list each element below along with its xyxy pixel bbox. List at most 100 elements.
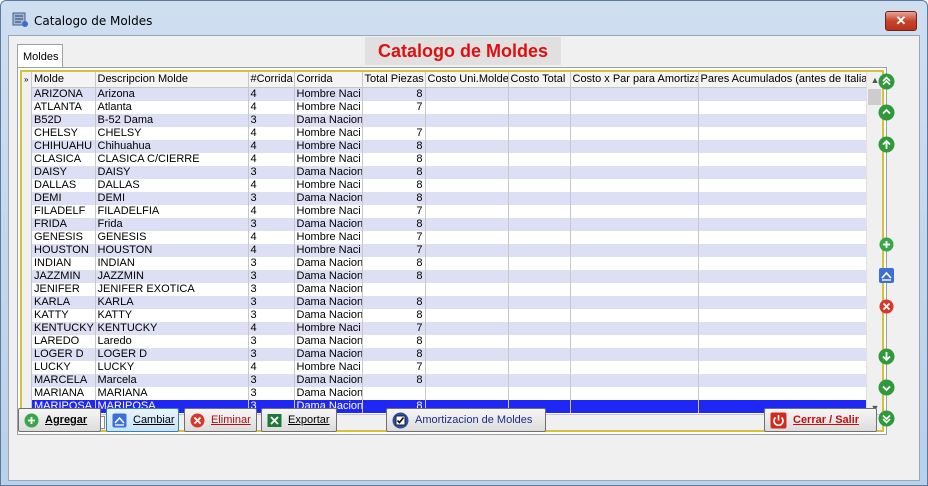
table-cell[interactable]: Dama Nacion (294, 373, 363, 387)
table-cell[interactable]: Dama Nacion (294, 347, 363, 361)
table-cell[interactable]: 3 (248, 113, 295, 127)
table-cell[interactable]: GENESIS (32, 230, 96, 244)
table-row[interactable]: KENTUCKY KENTUCKY 4 Hombre Naci 7 (32, 321, 869, 335)
table-cell[interactable]: 8 (362, 347, 426, 361)
table-cell[interactable]: Dama Nacion (294, 165, 363, 179)
table-cell[interactable]: 3 (248, 217, 295, 231)
table-cell[interactable] (570, 399, 699, 413)
table-cell[interactable]: Dama Nacion (294, 113, 363, 127)
side-add-button[interactable] (878, 236, 895, 253)
table-cell[interactable]: Hombre Naci (294, 360, 363, 374)
side-edit-button[interactable] (878, 267, 895, 284)
move-last-button[interactable] (878, 410, 895, 427)
table-cell[interactable]: INDIAN (95, 256, 249, 270)
table-row[interactable]: B52D B-52 Dama 3 Dama Nacion (32, 113, 869, 127)
table-cell[interactable]: Dama Nacion (294, 256, 363, 270)
table-cell[interactable] (698, 295, 869, 309)
table-cell[interactable]: 4 (248, 360, 295, 374)
table-cell[interactable]: MARIANA (32, 386, 96, 400)
table-cell[interactable] (570, 360, 699, 374)
table-cell[interactable] (508, 334, 571, 348)
table-cell[interactable] (508, 100, 571, 114)
table-cell[interactable]: Hombre Naci (294, 100, 363, 114)
table-cell[interactable] (698, 100, 869, 114)
table-cell[interactable]: Hombre Naci (294, 152, 363, 166)
table-cell[interactable]: Hombre Naci (294, 126, 363, 140)
table-cell[interactable]: KENTUCKY (32, 321, 96, 335)
table-cell[interactable] (425, 113, 509, 127)
table-cell[interactable] (570, 204, 699, 218)
table-cell[interactable] (425, 256, 509, 270)
move-next-page-button[interactable] (878, 379, 895, 396)
table-cell[interactable]: KARLA (95, 295, 249, 309)
title-bar[interactable]: Catalogo de Moldes ✕ (1, 1, 927, 35)
table-cell[interactable]: 8 (362, 308, 426, 322)
scroll-thumb[interactable] (868, 89, 881, 105)
table-cell[interactable]: 4 (248, 126, 295, 140)
table-cell[interactable]: DAISY (95, 165, 249, 179)
table-cell[interactable]: 7 (362, 100, 426, 114)
table-cell[interactable]: 8 (362, 165, 426, 179)
table-cell[interactable] (508, 87, 571, 101)
column-header[interactable]: Costo x Par para Amortizar (570, 72, 699, 88)
table-cell[interactable]: DALLAS (95, 178, 249, 192)
table-cell[interactable] (698, 126, 869, 140)
table-cell[interactable] (425, 100, 509, 114)
table-row[interactable]: ARIZONA Arizona 4 Hombre Naci 8 (32, 87, 869, 101)
table-cell[interactable] (698, 204, 869, 218)
table-cell[interactable] (508, 191, 571, 205)
table-cell[interactable] (425, 165, 509, 179)
table-row[interactable]: ATLANTA Atlanta 4 Hombre Naci 7 (32, 100, 869, 114)
table-cell[interactable] (698, 217, 869, 231)
table-cell[interactable] (508, 243, 571, 257)
table-cell[interactable] (698, 321, 869, 335)
table-cell[interactable]: 4 (248, 243, 295, 257)
table-cell[interactable]: Hombre Naci (294, 87, 363, 101)
table-cell[interactable]: CHELSY (95, 126, 249, 140)
table-cell[interactable]: Laredo (95, 334, 249, 348)
table-cell[interactable]: Hombre Naci (294, 321, 363, 335)
table-cell[interactable] (570, 282, 699, 296)
table-cell[interactable] (698, 308, 869, 322)
table-row[interactable]: DALLAS DALLAS 4 Hombre Naci 8 (32, 178, 869, 192)
table-cell[interactable]: 3 (248, 295, 295, 309)
table-cell[interactable]: B-52 Dama (95, 113, 249, 127)
table-cell[interactable]: 4 (248, 204, 295, 218)
table-cell[interactable] (425, 282, 509, 296)
table-row[interactable]: DAISY DAISY 3 Dama Nacion 8 (32, 165, 869, 179)
table-cell[interactable]: 4 (248, 87, 295, 101)
table-cell[interactable] (698, 191, 869, 205)
table-cell[interactable]: 8 (362, 139, 426, 153)
table-cell[interactable]: KENTUCKY (95, 321, 249, 335)
table-cell[interactable]: LAREDO (32, 334, 96, 348)
table-cell[interactable]: JENIFER EXOTICA (95, 282, 249, 296)
table-cell[interactable] (508, 256, 571, 270)
table-cell[interactable] (698, 386, 869, 400)
table-cell[interactable] (570, 256, 699, 270)
table-row[interactable]: KARLA KARLA 3 Dama Nacion 8 (32, 295, 869, 309)
table-cell[interactable]: LOGER D (95, 347, 249, 361)
table-row[interactable]: DEMI DEMI 3 Dama Nacion 8 (32, 191, 869, 205)
table-cell[interactable]: Marcela (95, 373, 249, 387)
table-cell[interactable] (570, 100, 699, 114)
moldes-table[interactable]: Molde Descripcion Molde #Corrida Corrida Tot… (32, 72, 869, 413)
table-cell[interactable] (570, 126, 699, 140)
table-cell[interactable]: Hombre Naci (294, 204, 363, 218)
table-cell[interactable] (570, 295, 699, 309)
table-cell[interactable]: 8 (362, 295, 426, 309)
move-previous-button[interactable] (878, 136, 895, 153)
table-cell[interactable]: DEMI (95, 191, 249, 205)
table-cell[interactable]: 7 (362, 243, 426, 257)
table-cell[interactable]: 4 (248, 100, 295, 114)
column-header[interactable]: Total Piezas (362, 72, 426, 88)
table-cell[interactable] (508, 178, 571, 192)
column-header[interactable]: Costo Uni.Molde (425, 72, 509, 88)
table-cell[interactable] (698, 282, 869, 296)
table-cell[interactable]: 3 (248, 256, 295, 270)
table-cell[interactable] (698, 152, 869, 166)
table-row[interactable]: JENIFER JENIFER EXOTICA 3 Dama Nacion (32, 282, 869, 296)
table-cell[interactable] (508, 126, 571, 140)
table-cell[interactable]: 4 (248, 321, 295, 335)
move-previous-page-button[interactable] (878, 104, 895, 121)
table-cell[interactable] (425, 126, 509, 140)
